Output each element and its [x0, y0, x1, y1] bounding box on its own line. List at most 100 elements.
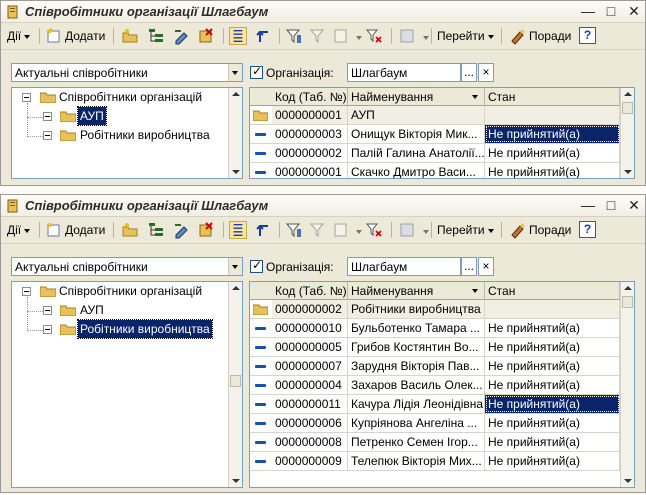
- filter-icon[interactable]: [285, 221, 303, 239]
- table-row[interactable]: 0000000002 Палій Галина Анатолії... Не п…: [250, 144, 620, 163]
- table-row[interactable]: 0000000002 Робітники виробництва: [250, 300, 620, 319]
- organization-field[interactable]: Шлагбаум: [347, 63, 461, 82]
- help-button[interactable]: ?: [579, 221, 596, 238]
- scroll-up-icon[interactable]: [229, 282, 242, 295]
- state-select-dropdown-icon[interactable]: [228, 258, 242, 275]
- clear-organization-button[interactable]: ×: [478, 257, 494, 276]
- tree-collapse-icon[interactable]: [43, 131, 52, 140]
- table-row[interactable]: 0000000008 Петренко Семен Ігор... Не при…: [250, 433, 620, 452]
- scroll-thumb[interactable]: [622, 102, 633, 114]
- scroll-up-icon[interactable]: [621, 282, 634, 295]
- table-row[interactable]: 0000000005 Грибов Костянтин Во... Не при…: [250, 338, 620, 357]
- edit-icon[interactable]: [173, 221, 191, 239]
- column-header-name[interactable]: Найменування: [348, 88, 485, 106]
- tips-icon[interactable]: [509, 221, 527, 239]
- cell-name: Петренко Семен Ігор...: [348, 433, 485, 451]
- grid-scrollbar[interactable]: [620, 88, 634, 178]
- actions-menu-button[interactable]: Дії: [7, 26, 31, 46]
- tree-scrollbar[interactable]: [228, 282, 242, 487]
- close-icon[interactable]: ✕: [625, 197, 643, 214]
- table-row[interactable]: 0000000001 Скачко Дмитро Васи... Не прий…: [250, 163, 620, 178]
- organization-checkbox[interactable]: ✓: [250, 258, 263, 273]
- tree-collapse-icon[interactable]: [43, 112, 52, 121]
- table-row[interactable]: 0000000001 АУП: [250, 106, 620, 125]
- groups-tree[interactable]: Співробітники організацій АУП Робітники …: [11, 281, 243, 488]
- column-header-code[interactable]: Код (Таб. №): [272, 88, 348, 106]
- organization-field[interactable]: Шлагбаум: [347, 257, 461, 276]
- add-button[interactable]: Додати: [65, 26, 105, 46]
- column-header-code[interactable]: Код (Таб. №): [272, 282, 348, 300]
- add-icon[interactable]: [45, 27, 63, 45]
- title-bar[interactable]: Співробітники організації Шлагбаум — □ ✕: [1, 1, 645, 23]
- new-group-icon[interactable]: [121, 221, 139, 239]
- cell-code: 0000000001: [272, 163, 348, 178]
- grid-scrollbar[interactable]: [620, 282, 634, 487]
- scroll-down-icon[interactable]: [229, 474, 242, 487]
- column-header-name[interactable]: Найменування: [348, 282, 485, 300]
- title-bar[interactable]: Співробітники організації Шлагбаум — □ ✕: [1, 195, 645, 217]
- table-row[interactable]: 0000000010 Бульботенко Тамара ... Не при…: [250, 319, 620, 338]
- goto-menu-button[interactable]: Перейти: [437, 220, 494, 240]
- help-button[interactable]: ?: [579, 27, 596, 44]
- tree-view-icon[interactable]: [229, 221, 247, 239]
- tree-item-label: Співробітники організацій: [59, 90, 203, 104]
- state-select-dropdown-icon[interactable]: [228, 64, 242, 81]
- tree-collapse-icon[interactable]: [43, 306, 52, 315]
- new-group-icon[interactable]: [121, 27, 139, 45]
- maximize-icon[interactable]: □: [602, 197, 620, 214]
- hierarchy-icon[interactable]: [147, 221, 165, 239]
- add-button[interactable]: Додати: [65, 220, 105, 240]
- add-icon[interactable]: [45, 221, 63, 239]
- clear-filter-icon[interactable]: [365, 221, 383, 239]
- level-up-icon[interactable]: [255, 221, 273, 239]
- tips-button[interactable]: Поради: [529, 26, 571, 46]
- tips-icon[interactable]: [509, 27, 527, 45]
- scroll-thumb[interactable]: [230, 375, 241, 387]
- scroll-up-icon[interactable]: [229, 88, 242, 101]
- table-row[interactable]: 0000000007 Зарудня Вікторія Пав... Не пр…: [250, 357, 620, 376]
- goto-menu-button[interactable]: Перейти: [437, 26, 494, 46]
- hierarchy-icon[interactable]: [147, 27, 165, 45]
- scroll-thumb[interactable]: [622, 296, 633, 308]
- close-icon[interactable]: ✕: [625, 3, 643, 20]
- maximize-icon[interactable]: □: [602, 3, 620, 20]
- folder-icon: [60, 305, 76, 316]
- column-header-state[interactable]: Стан: [485, 282, 620, 300]
- table-row[interactable]: 0000000004 Захаров Василь Олек... Не при…: [250, 376, 620, 395]
- scroll-down-icon[interactable]: [229, 165, 242, 178]
- tree-collapse-icon[interactable]: [22, 287, 31, 296]
- level-up-icon[interactable]: [255, 27, 273, 45]
- tree-view-icon[interactable]: [229, 27, 247, 45]
- delete-mark-icon[interactable]: [197, 27, 215, 45]
- choose-organization-button[interactable]: ...: [461, 257, 477, 276]
- tree-scrollbar[interactable]: [228, 88, 242, 178]
- state-select[interactable]: Актуальні співробітники: [11, 63, 243, 82]
- edit-icon[interactable]: [173, 27, 191, 45]
- clear-filter-icon[interactable]: [365, 27, 383, 45]
- scroll-down-icon[interactable]: [621, 474, 634, 487]
- table-row[interactable]: 0000000006 Купріянова Ангеліна ... Не пр…: [250, 414, 620, 433]
- employees-grid[interactable]: Код (Таб. №) Найменування Стан 000000000…: [249, 87, 635, 179]
- tree-collapse-icon[interactable]: [22, 93, 31, 102]
- employees-grid[interactable]: Код (Таб. №) Найменування Стан 000000000…: [249, 281, 635, 488]
- tree-item-label: Співробітники організацій: [59, 284, 203, 298]
- table-row[interactable]: 0000000011 Качура Лідія Леонідівна Не пр…: [250, 395, 620, 414]
- groups-tree[interactable]: Співробітники організацій АУП Робітники …: [11, 87, 243, 179]
- table-row[interactable]: 0000000003 Онищук Вікторія Мик... Не при…: [250, 125, 620, 144]
- scroll-up-icon[interactable]: [621, 88, 634, 101]
- tips-button[interactable]: Поради: [529, 220, 571, 240]
- minimize-icon[interactable]: —: [579, 3, 597, 20]
- filter-icon[interactable]: [285, 27, 303, 45]
- scroll-down-icon[interactable]: [621, 165, 634, 178]
- choose-organization-button[interactable]: ...: [461, 63, 477, 82]
- cell-state: Не прийнятий(а): [485, 163, 620, 178]
- table-row[interactable]: 0000000009 Телепюк Вікторія Мих... Не пр…: [250, 452, 620, 471]
- minimize-icon[interactable]: —: [579, 197, 597, 214]
- clear-organization-button[interactable]: ×: [478, 63, 494, 82]
- delete-mark-icon[interactable]: [197, 221, 215, 239]
- column-header-state[interactable]: Стан: [485, 88, 620, 106]
- state-select[interactable]: Актуальні співробітники: [11, 257, 243, 276]
- organization-checkbox[interactable]: ✓: [250, 64, 263, 79]
- tree-collapse-icon[interactable]: [43, 325, 52, 334]
- actions-menu-button[interactable]: Дії: [7, 220, 31, 240]
